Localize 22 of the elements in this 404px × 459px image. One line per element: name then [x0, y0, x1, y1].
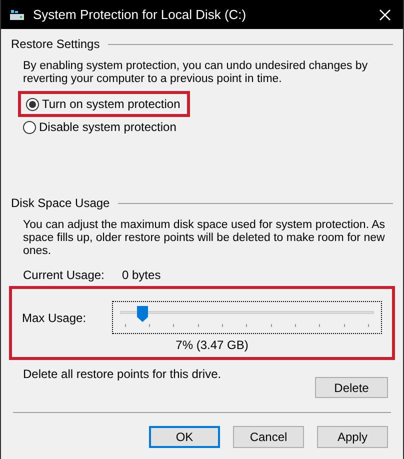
radio-label[interactable]: Disable system protection — [39, 118, 176, 136]
radio-button[interactable] — [23, 120, 36, 134]
description-text: You can adjust the maximum disk space used for system protection. As space fills up, older restore points will be deleted to make room for new ones. — [23, 219, 386, 258]
window-title: System Protection for Local Disk (C:) — [33, 6, 248, 24]
radio-label[interactable]: Turn on system protection — [42, 95, 180, 113]
description-text: By enabling system protection, you can undo undesired changes by reverting your computer to a previous point in time. — [23, 60, 369, 86]
radio-button[interactable] — [26, 98, 39, 110]
slider-thumb[interactable] — [137, 306, 148, 322]
current-usage-label: Current Usage: — [23, 267, 106, 284]
group-heading: Restore Settings — [11, 36, 100, 53]
delete-description: Delete all restore points for this drive. — [23, 366, 222, 383]
close-icon[interactable] — [379, 8, 391, 20]
max-usage-label: Max Usage: — [22, 310, 88, 326]
usage-slider[interactable] — [112, 301, 382, 334]
delete-button[interactable]: Delete — [315, 377, 388, 398]
dialog-button[interactable]: Cancel — [233, 426, 304, 448]
dialog-button[interactable]: OK — [149, 426, 220, 448]
usage-reading: 7% (3.47 GB) — [176, 337, 248, 354]
group-heading: Disk Space Usage — [11, 195, 110, 212]
drive-icon — [9, 8, 25, 20]
current-usage-value: 0 bytes — [122, 267, 161, 284]
dialog-button[interactable]: Apply — [317, 426, 388, 448]
